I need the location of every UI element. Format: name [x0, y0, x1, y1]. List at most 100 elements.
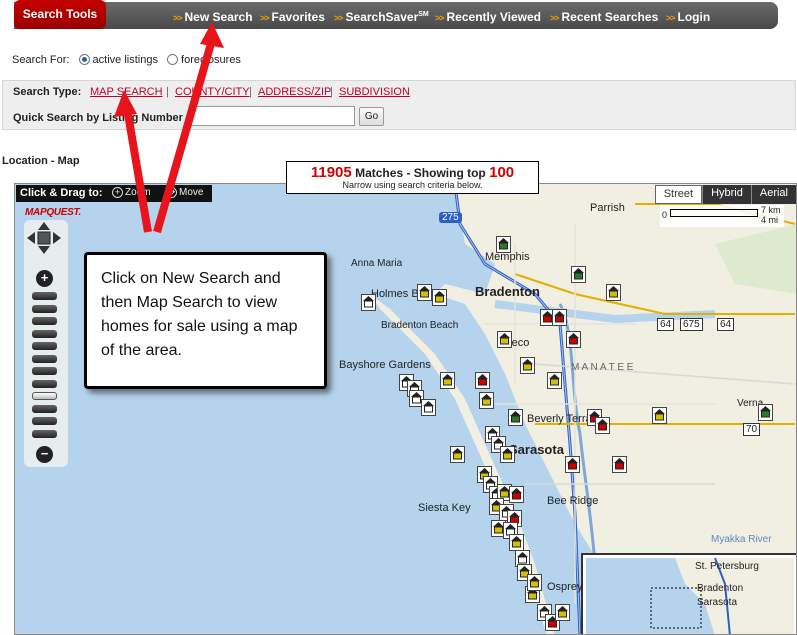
- listing-house-icon[interactable]: [527, 574, 542, 591]
- zoom-level-step[interactable]: [32, 304, 57, 313]
- zoom-in-button[interactable]: +: [36, 270, 53, 287]
- route-64-shield: 64: [657, 318, 675, 331]
- nav-new-search[interactable]: >> New Search: [173, 10, 253, 24]
- zoom-level-step[interactable]: [32, 342, 57, 350]
- search-for-label: Search For:: [12, 54, 70, 66]
- listing-house-icon[interactable]: [361, 294, 376, 311]
- route-64-shield: 64: [717, 318, 735, 331]
- zoom-level-step[interactable]: [32, 404, 57, 413]
- listing-house-icon[interactable]: [606, 284, 621, 301]
- nav-login[interactable]: >> Login: [666, 10, 710, 24]
- tab-street[interactable]: Street: [654, 185, 703, 204]
- place-sarasota: Sarasota: [509, 442, 564, 457]
- map-view-tabs: Street Hybrid Aerial: [654, 185, 796, 204]
- zoom-out-button[interactable]: −: [36, 446, 53, 463]
- listing-house-icon[interactable]: [552, 309, 567, 326]
- separator: |: [330, 86, 333, 98]
- map-search-link[interactable]: MAP SEARCH: [90, 86, 163, 98]
- search-tools-tab[interactable]: Search Tools: [14, 0, 106, 29]
- quick-search-label: Quick Search by Listing Number: [13, 112, 183, 124]
- foreclosures-radio[interactable]: [167, 54, 179, 65]
- listing-house-icon[interactable]: [417, 284, 432, 301]
- separator: |: [249, 86, 252, 98]
- zoom-level-step[interactable]: [32, 367, 57, 375]
- listing-house-icon[interactable]: [595, 417, 610, 434]
- listing-house-icon[interactable]: [509, 486, 524, 503]
- listing-house-icon[interactable]: [555, 604, 570, 621]
- listing-house-icon[interactable]: [432, 289, 447, 306]
- mapquest-logo: MAPQUEST.: [25, 207, 82, 218]
- search-for-row: Search For: active listings foreclosures: [12, 54, 241, 66]
- listing-house-icon[interactable]: [520, 357, 535, 374]
- move-tool[interactable]: ✥ Move: [166, 187, 203, 198]
- listing-house-icon[interactable]: [509, 534, 524, 551]
- go-button[interactable]: Go: [359, 107, 384, 126]
- listing-house-icon[interactable]: [571, 266, 586, 283]
- matches-hint: Narrow using search criteria below.: [342, 180, 483, 190]
- nav-recent-searches[interactable]: >> Recent Searches: [550, 10, 658, 24]
- listing-house-icon[interactable]: [566, 331, 581, 348]
- zoom-level-step[interactable]: [32, 354, 57, 363]
- listing-house-icon[interactable]: [547, 372, 562, 389]
- listing-house-icon[interactable]: [479, 392, 494, 409]
- address-zip-link[interactable]: ADDRESS/ZIP: [258, 86, 331, 98]
- listing-house-icon[interactable]: [475, 372, 490, 389]
- listing-house-icon[interactable]: [440, 372, 455, 389]
- listing-house-icon[interactable]: [496, 236, 511, 253]
- place-manatee: M A N A T E E: [571, 362, 634, 373]
- listing-house-icon[interactable]: [500, 446, 515, 463]
- route-675-shield: 675: [680, 318, 703, 331]
- nav-recently-viewed-label: Recently Viewed: [446, 10, 542, 24]
- map-viewport[interactable]: Click & Drag to: + Zoom ✥ Move Street Hybr…: [14, 183, 797, 635]
- place-siesta-key: Siesta Key: [418, 502, 471, 514]
- zoom-level-step[interactable]: [32, 292, 57, 300]
- search-type-label: Search Type:: [13, 86, 82, 98]
- place-bradenton: Bradenton: [475, 284, 540, 299]
- inset-st-petersburg: St. Petersburg: [695, 561, 759, 572]
- county-city-link[interactable]: COUNTY/CITY: [175, 86, 250, 98]
- nav-favorites-label: Favorites: [271, 10, 325, 24]
- zoom-level-step[interactable]: [32, 317, 57, 325]
- zoom-level-step[interactable]: [32, 379, 57, 388]
- listing-number-input[interactable]: [190, 106, 355, 126]
- scale-mi: 4 mi: [761, 215, 779, 225]
- listing-house-icon[interactable]: [497, 331, 512, 348]
- place-bayshore-gardens: Bayshore Gardens: [339, 359, 431, 371]
- listing-house-icon[interactable]: [421, 399, 436, 416]
- arrow-icon: >>: [260, 13, 269, 23]
- nav-login-label: Login: [677, 10, 711, 24]
- nav-search-saver[interactable]: >> SearchSaverSM: [334, 10, 429, 24]
- listing-house-icon[interactable]: [450, 446, 465, 463]
- drag-tool-bar: Click & Drag to: + Zoom ✥ Move: [16, 185, 212, 202]
- listing-house-icon[interactable]: [612, 456, 627, 473]
- zoom-level-step[interactable]: [32, 329, 57, 338]
- arrow-icon: >>: [173, 13, 182, 23]
- listing-house-icon[interactable]: [758, 404, 773, 421]
- pan-control-icon[interactable]: [24, 220, 64, 256]
- nav-favorites[interactable]: >> Favorites: [260, 10, 325, 24]
- active-listings-option[interactable]: active listings: [78, 54, 158, 66]
- zoom-level-step[interactable]: [32, 392, 57, 400]
- tab-aerial[interactable]: Aerial: [750, 185, 796, 204]
- drag-label: Click & Drag to:: [20, 187, 103, 199]
- tab-hybrid[interactable]: Hybrid: [702, 185, 751, 204]
- listing-house-icon[interactable]: [565, 456, 580, 473]
- listing-house-icon[interactable]: [652, 407, 667, 424]
- zoom-control-panel: + −: [24, 220, 68, 467]
- search-type-panel: Search Type: MAP SEARCH | COUNTY/CITY | …: [2, 80, 796, 130]
- listing-house-icon[interactable]: [508, 409, 523, 426]
- zoom-level-step[interactable]: [32, 417, 57, 425]
- arrow-icon: >>: [666, 13, 675, 23]
- subdivision-link[interactable]: SUBDIVISION: [339, 86, 410, 98]
- zoom-tool-label: Zoom: [125, 187, 151, 198]
- foreclosures-option[interactable]: foreclosures: [167, 54, 241, 66]
- zoom-tool[interactable]: + Zoom: [112, 187, 151, 198]
- scale-km: 7 km: [761, 205, 781, 215]
- zoom-level-step[interactable]: [32, 429, 57, 438]
- place-osprey: Osprey: [547, 581, 583, 593]
- nav-recently-viewed[interactable]: >> Recently Viewed: [435, 10, 541, 24]
- active-listings-radio[interactable]: [78, 54, 90, 65]
- move-tool-icon: ✥: [166, 187, 177, 198]
- place-anna-maria: Anna Maria: [351, 258, 403, 269]
- arrow-icon: >>: [435, 13, 444, 23]
